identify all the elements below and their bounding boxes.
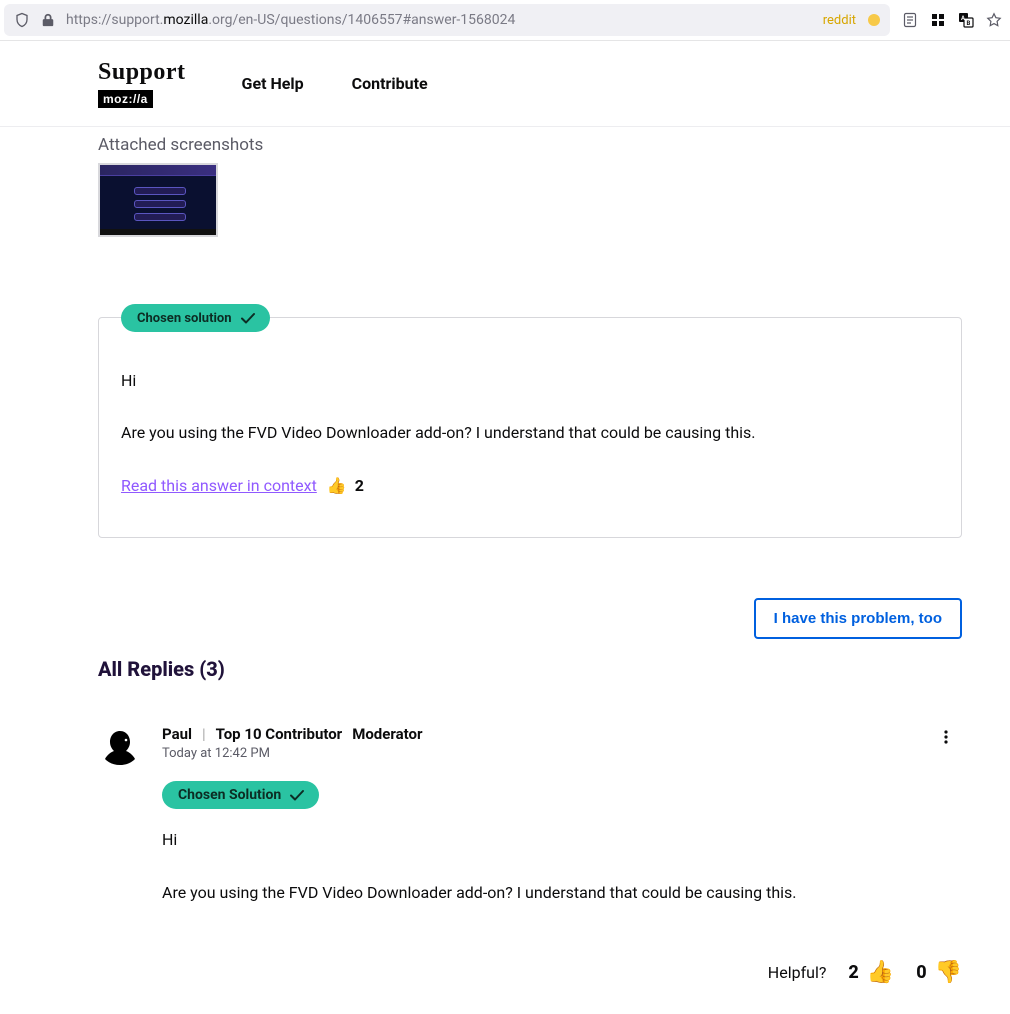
- reply-chosen-badge-text: Chosen Solution: [178, 787, 281, 803]
- star-icon[interactable]: [986, 12, 1002, 28]
- reddit-label[interactable]: reddit: [823, 13, 856, 28]
- chosen-solution-badge: Chosen solution: [121, 304, 270, 332]
- reply-item: Paul | Top 10 Contributor Moderator Toda…: [98, 725, 962, 984]
- chosen-solution-badge-text: Chosen solution: [137, 311, 232, 326]
- url-input-pill[interactable]: https://support.mozilla.org/en-US/questi…: [4, 4, 890, 36]
- lock-icon: [40, 12, 56, 28]
- toolbar-icons: AB: [894, 12, 1002, 28]
- shield-icon: [14, 12, 30, 28]
- grid-icon[interactable]: [930, 12, 946, 28]
- url-text: https://support.mozilla.org/en-US/questi…: [66, 12, 813, 28]
- brand-title: Support: [98, 59, 186, 86]
- reply-text: Hi Are you using the FVD Video Downloade…: [162, 825, 962, 908]
- nav-get-help[interactable]: Get Help: [242, 74, 304, 93]
- author-line: Paul | Top 10 Contributor Moderator: [162, 725, 422, 743]
- helpful-label: Helpful?: [768, 963, 827, 982]
- brand[interactable]: Support moz://a: [98, 59, 186, 108]
- mozilla-badge: moz://a: [98, 90, 153, 108]
- nav-contribute[interactable]: Contribute: [352, 74, 428, 93]
- attachments-label: Attached screenshots: [98, 135, 962, 155]
- solution-line1: Hi: [121, 366, 939, 396]
- solution-body: Hi Are you using the FVD Video Downloade…: [121, 366, 939, 501]
- i-have-this-problem-button[interactable]: I have this problem, too: [754, 598, 962, 639]
- site-header: Support moz://a Get Help Contribute: [0, 41, 1010, 127]
- reply-line2: Are you using the FVD Video Downloader a…: [162, 878, 962, 908]
- main-content: Attached screenshots Chosen solution Hi …: [0, 127, 1010, 1014]
- reply-timestamp: Today at 12:42 PM: [162, 746, 422, 761]
- reply-chosen-badge: Chosen Solution: [162, 781, 319, 809]
- downvote-count: 0: [916, 962, 926, 983]
- reply-more-menu[interactable]: [930, 725, 962, 753]
- screenshot-thumbnail[interactable]: [98, 163, 218, 237]
- author-name[interactable]: Paul: [162, 725, 192, 743]
- solution-line2: Are you using the FVD Video Downloader a…: [121, 418, 939, 448]
- browser-url-bar: https://support.mozilla.org/en-US/questi…: [0, 0, 1010, 40]
- thumbs-down-button[interactable]: 👎: [935, 962, 962, 984]
- actions-row: I have this problem, too: [98, 598, 962, 639]
- check-icon: [240, 310, 256, 326]
- check-icon: [289, 787, 305, 803]
- thumbs-up-icon: 👍: [327, 476, 347, 495]
- translate-icon[interactable]: AB: [958, 12, 974, 28]
- reddit-dot-icon: [868, 14, 880, 26]
- all-replies-header: All Replies (3): [98, 657, 962, 681]
- avatar[interactable]: [98, 725, 142, 769]
- svg-text:B: B: [967, 20, 971, 27]
- thumbs-up-button[interactable]: 👍: [867, 962, 894, 984]
- author-role-contributor: Top 10 Contributor: [216, 725, 343, 743]
- reader-view-icon[interactable]: [902, 12, 918, 28]
- read-in-context-link[interactable]: Read this answer in context: [121, 476, 317, 495]
- author-role-moderator: Moderator: [352, 725, 422, 743]
- context-vote-count: 2: [355, 476, 364, 495]
- reply-line1: Hi: [162, 825, 962, 855]
- upvote-count: 2: [848, 962, 858, 983]
- chosen-solution-box: Chosen solution Hi Are you using the FVD…: [98, 317, 962, 538]
- helpful-row: Helpful? 2 👍 0 👎: [162, 962, 962, 984]
- author-separator: |: [202, 725, 206, 743]
- nav-links: Get Help Contribute: [242, 74, 428, 93]
